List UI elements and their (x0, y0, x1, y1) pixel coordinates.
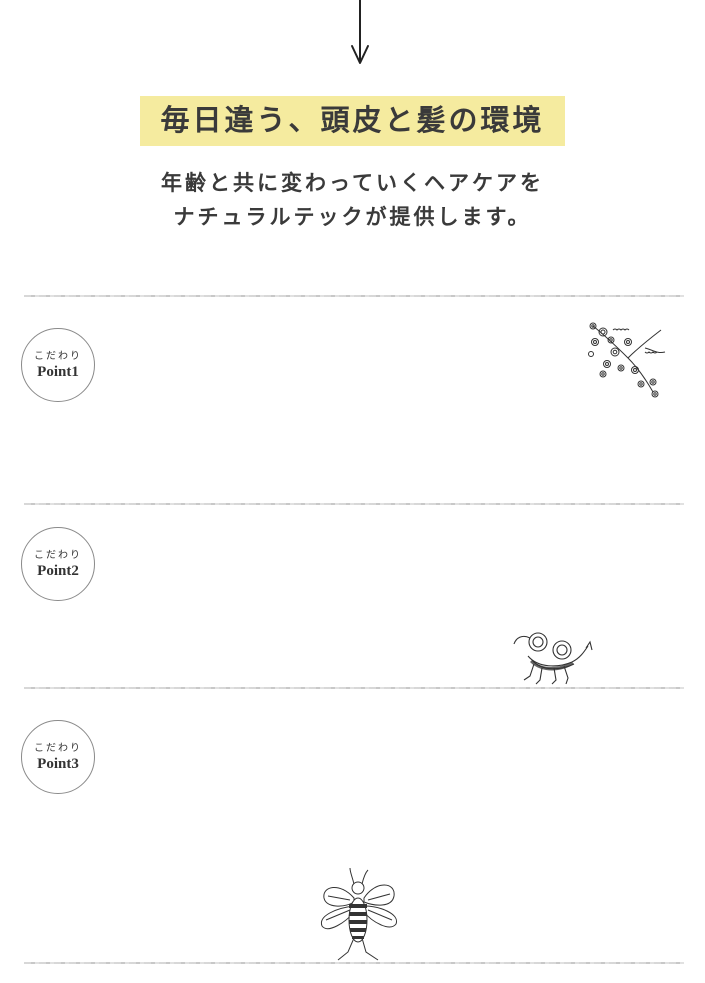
point2-badge: こだわり Point2 (21, 527, 95, 601)
point-label: Point3 (37, 756, 79, 772)
point-label: Point2 (37, 563, 79, 579)
kodawari-label: こだわり (34, 351, 82, 362)
kodawari-label: こだわり (34, 743, 82, 754)
point1-badge: こだわり Point1 (21, 328, 95, 402)
sub-headline: 年齢と共に変わっていくヘアケアを ナチュラルテックが提供します。 (0, 166, 705, 234)
kodawari-label: こだわり (34, 550, 82, 561)
sub-headline-line-2: ナチュラルテックが提供します。 (173, 205, 532, 229)
point-label: Point1 (37, 364, 79, 380)
bug-creature-illustration (513, 632, 593, 685)
headline-section: 毎日違う、頭皮と髪の環境 (0, 96, 705, 146)
point3-badge: こだわり Point3 (21, 720, 95, 794)
sub-headline-line-1: 年齢と共に変わっていくヘアケアを (161, 171, 544, 195)
swirl-vine-illustration (588, 322, 666, 398)
down-arrow-icon (351, 0, 369, 64)
section-divider (24, 295, 684, 297)
headline: 毎日違う、頭皮と髪の環境 (140, 96, 565, 146)
section-divider (24, 503, 684, 505)
bee-illustration (320, 867, 397, 961)
